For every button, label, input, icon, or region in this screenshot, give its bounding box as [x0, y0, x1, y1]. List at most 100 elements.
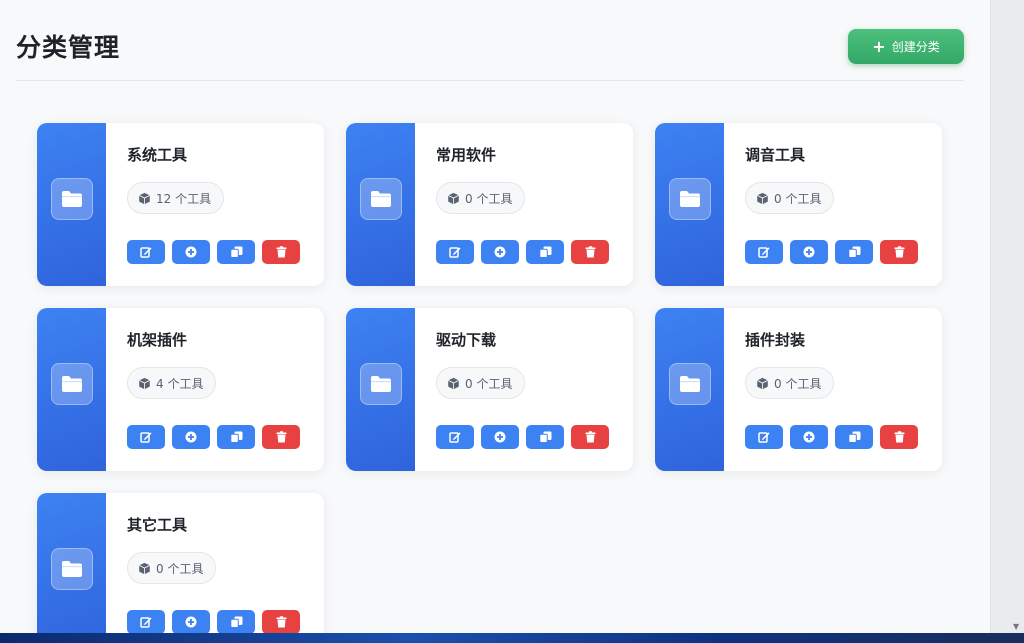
- edit-button[interactable]: [436, 425, 474, 449]
- edit-button[interactable]: [745, 240, 783, 264]
- copy-button[interactable]: [835, 425, 873, 449]
- add-circle-icon: [494, 246, 506, 258]
- tool-count-text: 0 个工具: [156, 561, 204, 576]
- tool-count-text: 4 个工具: [156, 376, 204, 391]
- copy-button[interactable]: [217, 610, 255, 633]
- plus-icon: +: [872, 36, 886, 56]
- add-tool-button[interactable]: [790, 425, 828, 449]
- edit-icon: [449, 431, 461, 443]
- delete-button[interactable]: [880, 240, 918, 264]
- category-management-panel: 分类管理 + 创建分类 系统工具 12 个工具 常用软件 0 个工具 调音工具 0 个工具…: [0, 0, 991, 633]
- add-circle-icon: [185, 616, 197, 628]
- tool-count-badge: 0 个工具: [745, 367, 835, 399]
- folder-icon: [669, 363, 711, 405]
- edit-button[interactable]: [436, 240, 474, 264]
- trash-icon: [276, 616, 287, 628]
- card-actions: [127, 610, 300, 633]
- add-circle-icon: [494, 431, 506, 443]
- copy-icon: [847, 246, 861, 258]
- copy-icon: [229, 431, 243, 443]
- add-tool-button[interactable]: [172, 610, 210, 633]
- delete-button[interactable]: [571, 425, 609, 449]
- box-icon: [138, 562, 151, 575]
- folder-icon: [360, 178, 402, 220]
- card-color-strip: [346, 123, 415, 286]
- delete-button[interactable]: [262, 240, 300, 264]
- delete-button[interactable]: [880, 425, 918, 449]
- box-icon: [138, 377, 151, 390]
- tool-count-badge: 12 个工具: [127, 182, 225, 214]
- add-tool-button[interactable]: [790, 240, 828, 264]
- header-divider: [16, 80, 964, 81]
- category-card[interactable]: 调音工具 0 个工具: [655, 123, 942, 286]
- delete-button[interactable]: [571, 240, 609, 264]
- tool-count-badge: 0 个工具: [745, 182, 835, 214]
- scroll-down-arrow-icon[interactable]: ▼: [1013, 622, 1019, 631]
- card-color-strip: [655, 123, 724, 286]
- category-name: 机架插件: [127, 331, 188, 349]
- category-name: 其它工具: [127, 516, 188, 534]
- category-card[interactable]: 机架插件 4 个工具: [37, 308, 324, 471]
- category-card[interactable]: 常用软件 0 个工具: [346, 123, 633, 286]
- tool-count-text: 0 个工具: [465, 376, 513, 391]
- tool-count-text: 0 个工具: [774, 376, 822, 391]
- folder-icon: [669, 178, 711, 220]
- category-card[interactable]: 驱动下载 0 个工具: [346, 308, 633, 471]
- card-color-strip: [37, 493, 106, 633]
- tool-count-text: 0 个工具: [465, 191, 513, 206]
- delete-button[interactable]: [262, 610, 300, 633]
- tool-count-badge: 0 个工具: [127, 552, 217, 584]
- card-actions: [127, 240, 300, 264]
- card-color-strip: [655, 308, 724, 471]
- page-title: 分类管理: [16, 33, 121, 62]
- tool-count-badge: 4 个工具: [127, 367, 217, 399]
- category-name: 驱动下载: [436, 331, 497, 349]
- edit-button[interactable]: [127, 610, 165, 633]
- category-card[interactable]: 系统工具 12 个工具: [37, 123, 324, 286]
- category-card[interactable]: 其它工具 0 个工具: [37, 493, 324, 633]
- add-circle-icon: [185, 431, 197, 443]
- add-circle-icon: [803, 246, 815, 258]
- trash-icon: [585, 431, 596, 443]
- folder-icon: [51, 363, 93, 405]
- card-actions: [436, 425, 609, 449]
- add-tool-button[interactable]: [481, 425, 519, 449]
- category-card[interactable]: 插件封装 0 个工具: [655, 308, 942, 471]
- create-category-label: 创建分类: [891, 40, 940, 54]
- category-name: 系统工具: [127, 146, 188, 164]
- copy-icon: [847, 431, 861, 443]
- folder-icon: [51, 178, 93, 220]
- trash-icon: [894, 246, 905, 258]
- edit-button[interactable]: [127, 240, 165, 264]
- copy-button[interactable]: [526, 240, 564, 264]
- add-tool-button[interactable]: [172, 240, 210, 264]
- copy-button[interactable]: [217, 240, 255, 264]
- edit-icon: [449, 246, 461, 258]
- edit-icon: [140, 431, 152, 443]
- edit-button[interactable]: [745, 425, 783, 449]
- tool-count-badge: 0 个工具: [436, 367, 526, 399]
- category-name: 插件封装: [745, 331, 806, 349]
- box-icon: [756, 377, 769, 390]
- delete-button[interactable]: [262, 425, 300, 449]
- copy-button[interactable]: [835, 240, 873, 264]
- box-icon: [447, 192, 460, 205]
- folder-icon: [360, 363, 402, 405]
- add-tool-button[interactable]: [172, 425, 210, 449]
- edit-icon: [140, 246, 152, 258]
- category-name: 调音工具: [745, 146, 806, 164]
- edit-button[interactable]: [127, 425, 165, 449]
- tool-count-text: 12 个工具: [156, 191, 212, 206]
- card-actions: [436, 240, 609, 264]
- copy-icon: [538, 246, 552, 258]
- create-category-button[interactable]: + 创建分类: [848, 29, 964, 64]
- copy-button[interactable]: [526, 425, 564, 449]
- card-color-strip: [346, 308, 415, 471]
- trash-icon: [276, 431, 287, 443]
- card-color-strip: [37, 123, 106, 286]
- add-tool-button[interactable]: [481, 240, 519, 264]
- trash-icon: [585, 246, 596, 258]
- trash-icon: [276, 246, 287, 258]
- copy-button[interactable]: [217, 425, 255, 449]
- card-actions: [745, 240, 918, 264]
